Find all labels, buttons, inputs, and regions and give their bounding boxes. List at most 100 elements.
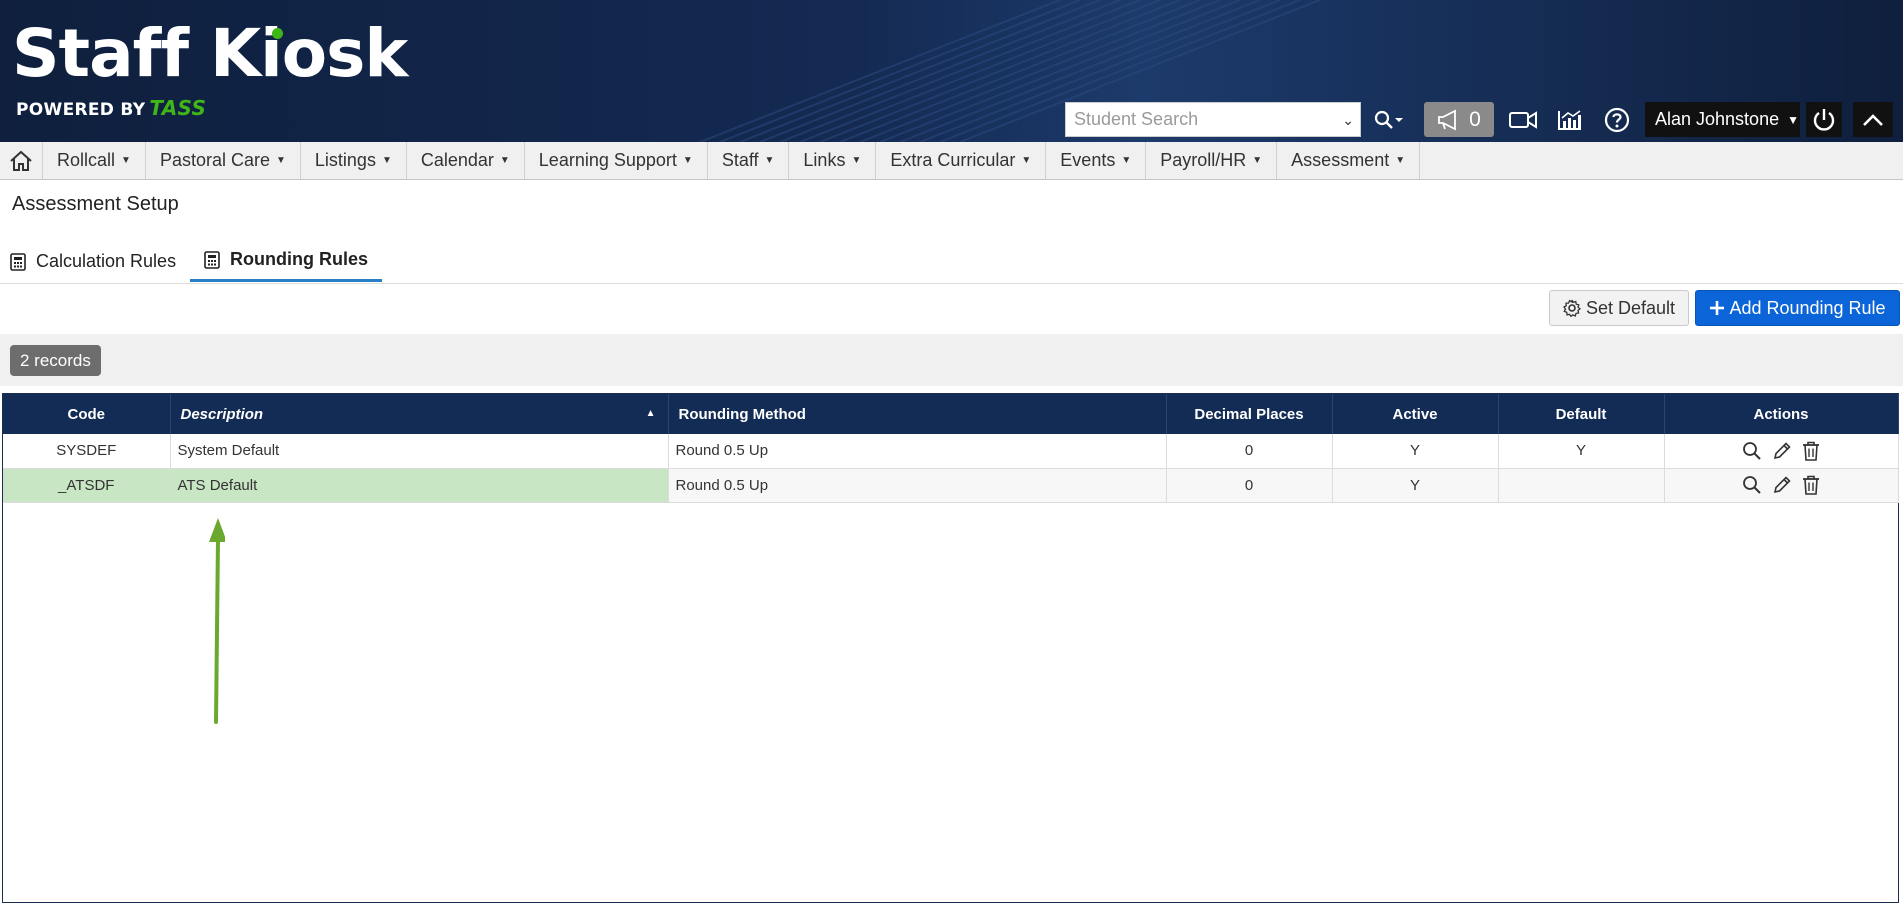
logo-dot [272, 28, 283, 39]
rounding-rules-table: Code Description ▲ Rounding Method Decim… [3, 394, 1899, 503]
user-name: Alan Johnstone [1655, 109, 1780, 129]
caret-down-icon: ▼ [276, 155, 286, 166]
nav-extra-curricular[interactable]: Extra Curricular ▼ [876, 142, 1047, 179]
nav-staff[interactable]: Staff ▼ [708, 142, 790, 179]
caret-down-icon: ▼ [851, 155, 862, 166]
column-header-code[interactable]: Code [3, 394, 171, 434]
student-search-field[interactable]: ⌄ [1065, 102, 1361, 137]
gear-icon [1563, 299, 1581, 317]
tab-calculation-rules[interactable]: Calculation Rules [10, 240, 176, 283]
nav-label: Links [803, 150, 846, 170]
nav-payroll-hr[interactable]: Payroll/HR ▼ [1146, 142, 1278, 179]
video-icon [1509, 110, 1537, 129]
column-header-label: Description [180, 405, 264, 423]
app-header: Staff Kiosk POWERED BYTASS ⌄ 0 [0, 0, 1903, 142]
search-icon [1374, 110, 1403, 129]
column-header-default[interactable]: Default [1498, 394, 1665, 434]
tab-label: Rounding Rules [230, 249, 368, 269]
caret-down-icon: ▼ [764, 155, 775, 166]
notices-button[interactable]: 0 [1424, 102, 1494, 137]
delete-button[interactable] [1802, 475, 1820, 495]
nav-label: Rollcall [57, 150, 116, 170]
nav-calendar[interactable]: Calendar ▼ [407, 142, 525, 179]
cell-code: SYSDEF [3, 434, 171, 469]
statistics-button[interactable] [1552, 102, 1588, 137]
edit-button[interactable] [1772, 475, 1792, 495]
cell-code: _ATSDF [3, 468, 171, 503]
chevron-up-icon [1863, 113, 1883, 126]
table-row[interactable]: SYSDEF System Default Round 0.5 Up 0 Y Y [3, 434, 1899, 469]
set-default-label: Set Default [1585, 297, 1676, 318]
pencil-icon [1773, 442, 1791, 459]
nav-rollcall[interactable]: Rollcall ▼ [43, 142, 146, 179]
table-row[interactable]: _ATSDF ATS Default Round 0.5 Up 0 Y [3, 468, 1899, 503]
rounding-rules-grid: Code Description ▲ Rounding Method Decim… [2, 393, 1899, 903]
cell-actions [1664, 434, 1899, 469]
add-rule-label: Add Rounding Rule [1729, 297, 1886, 318]
collapse-header-button[interactable] [1853, 102, 1893, 137]
column-header-active[interactable]: Active [1332, 394, 1499, 434]
chevron-down-icon[interactable]: ⌄ [1342, 112, 1354, 129]
nav-label: Staff [721, 150, 759, 170]
power-icon [1813, 108, 1835, 131]
view-button[interactable] [1742, 441, 1762, 461]
nav-label: Learning Support [538, 150, 677, 170]
nav-label: Extra Curricular [890, 150, 1016, 170]
student-search-input[interactable] [1066, 103, 1342, 136]
help-icon [1604, 107, 1630, 132]
page-title: Assessment Setup [12, 193, 179, 215]
edit-button[interactable] [1772, 441, 1792, 461]
user-menu[interactable]: Alan Johnstone ▼ [1645, 102, 1800, 137]
annotation-arrow-icon [209, 518, 225, 724]
cell-active: Y [1332, 434, 1499, 469]
brand-logo: TASS [149, 96, 207, 120]
nav-assessment[interactable]: Assessment ▼ [1277, 142, 1421, 179]
caret-down-icon: ▼ [499, 155, 510, 166]
video-button[interactable] [1505, 102, 1541, 137]
sort-ascending-icon: ▲ [645, 408, 656, 419]
column-header-description[interactable]: Description ▲ [170, 394, 669, 434]
trash-icon [1803, 475, 1819, 495]
cell-description: System Default [170, 434, 669, 469]
powered-by-label: POWERED BY TASS [16, 96, 206, 120]
caret-down-icon: ▼ [1121, 155, 1132, 166]
caret-down-icon: ▼ [1395, 155, 1406, 166]
cell-decimal-places: 0 [1166, 434, 1333, 469]
caret-down-icon: ▼ [1021, 155, 1032, 166]
nav-label: Events [1060, 150, 1116, 170]
nav-pastoral-care[interactable]: Pastoral Care ▼ [146, 142, 301, 179]
set-default-button[interactable]: Set Default [1549, 290, 1689, 326]
app-logo-title: Staff Kiosk [12, 15, 408, 92]
notice-count: 0 [1469, 107, 1481, 131]
nav-label: Calendar [420, 150, 494, 170]
column-header-decimal-places[interactable]: Decimal Places [1166, 394, 1333, 434]
cell-description: ATS Default [170, 468, 669, 503]
records-bar [0, 334, 1903, 386]
nav-listings[interactable]: Listings ▼ [301, 142, 407, 179]
logout-button[interactable] [1806, 102, 1842, 137]
cell-actions [1664, 468, 1899, 503]
calculator-icon [204, 250, 220, 269]
delete-button[interactable] [1802, 441, 1820, 461]
help-button[interactable] [1599, 102, 1635, 137]
nav-links[interactable]: Links ▼ [789, 142, 877, 179]
tab-rounding-rules[interactable]: Rounding Rules [190, 240, 382, 282]
powered-by-text: POWERED BY [16, 100, 146, 120]
records-count-badge: 2 records [10, 345, 101, 376]
tab-label: Calculation Rules [36, 251, 177, 271]
table-header-row: Code Description ▲ Rounding Method Decim… [3, 394, 1899, 434]
nav-home[interactable] [0, 142, 43, 179]
magnifier-icon [1743, 476, 1761, 494]
caret-down-icon: ▼ [1787, 112, 1799, 127]
nav-events[interactable]: Events ▼ [1046, 142, 1147, 179]
add-rounding-rule-button[interactable]: Add Rounding Rule [1695, 290, 1900, 326]
plus-icon [1710, 301, 1725, 315]
trash-icon [1803, 441, 1819, 461]
calculator-icon [10, 252, 26, 271]
column-header-rounding-method[interactable]: Rounding Method [668, 394, 1167, 434]
search-options-button[interactable] [1365, 102, 1413, 137]
nav-learning-support[interactable]: Learning Support ▼ [525, 142, 708, 179]
cell-rounding-method: Round 0.5 Up [668, 468, 1167, 503]
chart-icon [1558, 109, 1581, 130]
view-button[interactable] [1742, 475, 1762, 495]
